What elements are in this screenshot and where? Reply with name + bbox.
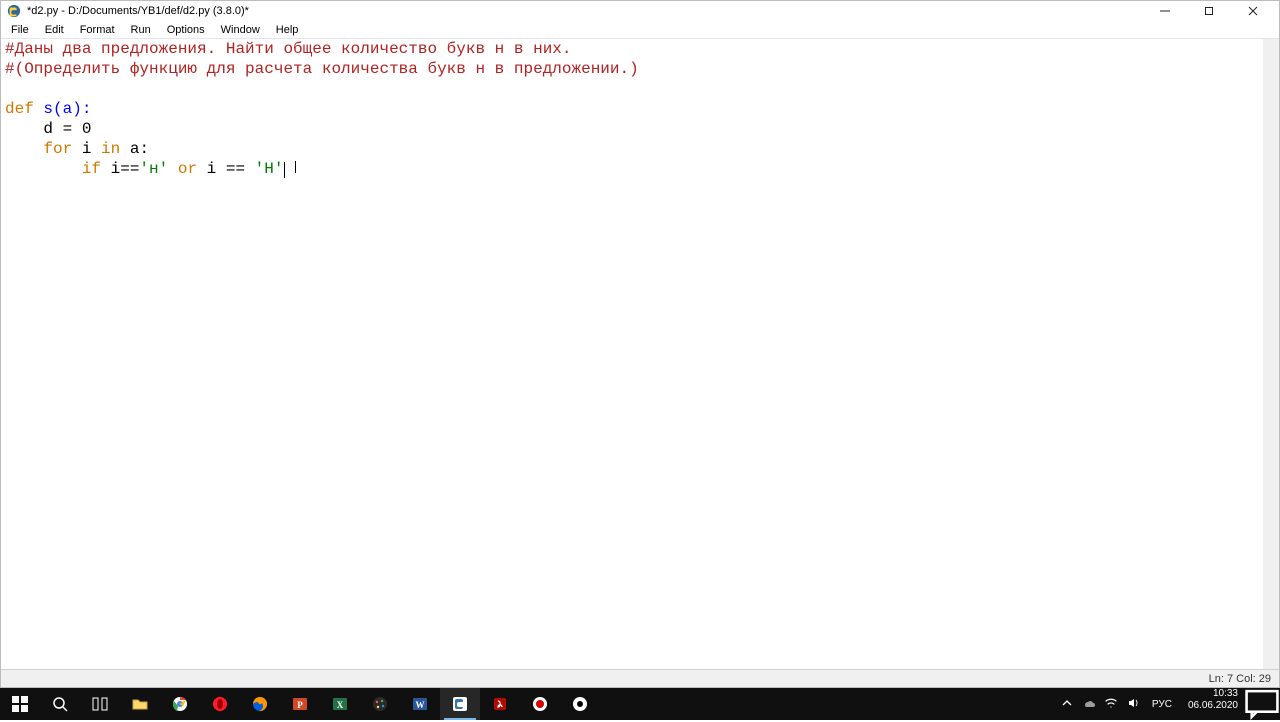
code-comment: #Даны два предложения. Найти общее колич…: [5, 40, 572, 58]
code-text: i: [72, 140, 101, 158]
code-comment: #(Определить функцию для расчета количес…: [5, 60, 639, 78]
taskbar-powerpoint[interactable]: P: [280, 688, 320, 720]
taskbar-paint[interactable]: [360, 688, 400, 720]
taskbar-opera[interactable]: [200, 688, 240, 720]
close-button[interactable]: [1231, 1, 1275, 21]
keyword-in: in: [101, 140, 120, 158]
keyword-def: def: [5, 100, 34, 118]
maximize-button[interactable]: [1187, 1, 1231, 21]
menu-file[interactable]: File: [5, 23, 35, 37]
taskbar-idle[interactable]: [440, 688, 480, 720]
window-title: *d2.py - D:/Documents/YB1/def/d2.py (3.8…: [27, 5, 1143, 17]
svg-text:W: W: [416, 700, 425, 710]
tray-time: 10:33: [1188, 688, 1238, 700]
menu-edit[interactable]: Edit: [39, 23, 70, 37]
status-bar: Ln: 7 Col: 29: [1, 669, 1279, 687]
vertical-scrollbar[interactable]: [1263, 39, 1279, 79]
code-text: a:: [120, 140, 149, 158]
menu-bar[interactable]: File Edit Format Run Options Window Help: [1, 21, 1279, 39]
function-name: s(a):: [34, 100, 92, 118]
taskbar-acrobat[interactable]: [480, 688, 520, 720]
tray-clock[interactable]: 10:33 06.06.2020: [1182, 688, 1244, 720]
code-text: i ==: [197, 160, 255, 178]
windows-taskbar[interactable]: P X W РУС 10:33 06.06.2020: [0, 688, 1280, 720]
taskbar-app-generic[interactable]: [560, 688, 600, 720]
taskbar-record[interactable]: [520, 688, 560, 720]
python-idle-icon: [7, 4, 21, 18]
idle-window: *d2.py - D:/Documents/YB1/def/d2.py (3.8…: [0, 0, 1280, 688]
string-literal: 'н': [139, 160, 168, 178]
window-controls: [1143, 1, 1275, 21]
cursor-position: Ln: 7 Col: 29: [1209, 673, 1271, 685]
code-content: #Даны два предложения. Найти общее колич…: [1, 39, 1263, 179]
taskbar-file-explorer[interactable]: [120, 688, 160, 720]
menu-run[interactable]: Run: [125, 23, 157, 37]
action-center-button[interactable]: [1244, 688, 1280, 720]
search-button[interactable]: [40, 688, 80, 720]
code-text: i==: [101, 160, 139, 178]
task-view-button[interactable]: [80, 688, 120, 720]
start-button[interactable]: [0, 688, 40, 720]
tray-chevron-up-icon[interactable]: [1060, 696, 1074, 713]
taskbar-spacer: [600, 688, 1054, 720]
minimize-button[interactable]: [1143, 1, 1187, 21]
taskbar-excel[interactable]: X: [320, 688, 360, 720]
taskbar-word[interactable]: W: [400, 688, 440, 720]
taskbar-firefox[interactable]: [240, 688, 280, 720]
string-literal: 'Н': [255, 160, 284, 178]
mouse-caret: [295, 161, 296, 173]
keyword-if: if: [82, 160, 101, 178]
tray-wifi-icon[interactable]: [1104, 696, 1118, 713]
svg-text:X: X: [337, 700, 344, 710]
tray-onedrive-icon[interactable]: [1082, 696, 1096, 713]
text-cursor: [284, 162, 285, 178]
svg-text:P: P: [297, 700, 303, 710]
system-tray[interactable]: РУС: [1054, 688, 1182, 720]
title-bar[interactable]: *d2.py - D:/Documents/YB1/def/d2.py (3.8…: [1, 1, 1279, 21]
keyword-or: or: [178, 160, 197, 178]
tray-volume-icon[interactable]: [1126, 696, 1140, 713]
code-editor[interactable]: #Даны два предложения. Найти общее колич…: [1, 39, 1279, 669]
tray-date: 06.06.2020: [1188, 700, 1238, 712]
menu-window[interactable]: Window: [215, 23, 266, 37]
code-line: d = 0: [5, 120, 91, 138]
tray-language[interactable]: РУС: [1148, 699, 1176, 710]
keyword-for: for: [43, 140, 72, 158]
menu-options[interactable]: Options: [161, 23, 211, 37]
menu-help[interactable]: Help: [270, 23, 305, 37]
menu-format[interactable]: Format: [74, 23, 121, 37]
taskbar-chrome[interactable]: [160, 688, 200, 720]
